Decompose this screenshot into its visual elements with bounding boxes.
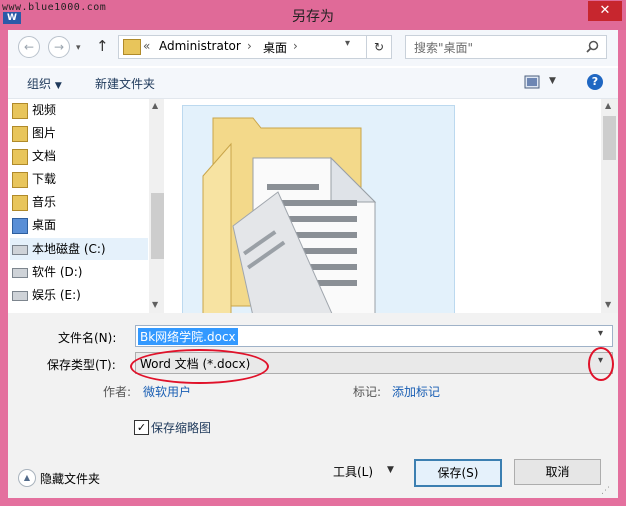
new-folder-button[interactable]: 新建文件夹: [95, 75, 155, 92]
sidebar-item-pictures[interactable]: 图片: [12, 122, 57, 144]
filename-value: Bk网络学院.docx: [138, 328, 238, 345]
refresh-button[interactable]: ↻: [366, 35, 392, 59]
breadcrumb-administrator[interactable]: Administrator: [159, 39, 241, 53]
red-annotation-ellipse: [130, 349, 269, 384]
history-dropdown-icon[interactable]: ▾: [76, 43, 81, 53]
folder-icon: [123, 39, 141, 55]
sidebar-item-videos[interactable]: 视频: [12, 99, 57, 121]
view-options-icon[interactable]: [524, 75, 540, 89]
save-button[interactable]: 保存(S): [414, 459, 502, 487]
breadcrumb-separator-icon: ›: [247, 39, 252, 53]
organize-label: 组织: [27, 77, 52, 91]
red-annotation-ellipse: [588, 347, 614, 381]
drive-icon: [12, 268, 28, 278]
sidebar-item-label: 下载: [32, 172, 57, 186]
tools-button[interactable]: 工具(L): [333, 463, 373, 480]
search-icon[interactable]: [586, 40, 599, 53]
documents-folder-thumbnail: [202, 117, 377, 317]
pictures-folder-icon: [12, 126, 28, 142]
breadcrumb-overflow[interactable]: «: [143, 39, 150, 53]
sidebar-item-drive-d[interactable]: 软件 (D:): [12, 261, 83, 283]
sidebar-item-drive-c[interactable]: 本地磁盘 (C:): [12, 238, 106, 260]
scroll-up-icon[interactable]: ▲: [605, 101, 611, 110]
search-placeholder: 搜索"桌面": [414, 41, 474, 55]
filename-label: 文件名(N):: [58, 331, 117, 345]
sidebar-item-label: 图片: [32, 126, 57, 140]
documents-folder-icon: [12, 149, 28, 165]
author-link[interactable]: 微软用户: [143, 383, 191, 400]
collapse-folders-icon[interactable]: ▲: [18, 469, 36, 487]
tools-dropdown-icon[interactable]: ▼: [387, 465, 394, 475]
filename-dropdown-icon[interactable]: ▾: [598, 328, 603, 339]
sidebar-item-downloads[interactable]: 下载: [12, 168, 57, 190]
cancel-button[interactable]: 取消: [514, 459, 601, 485]
sidebar-item-label: 桌面: [32, 218, 57, 232]
sidebar-item-label: 本地磁盘 (C:): [32, 242, 106, 256]
sidebar-item-drive-e[interactable]: 娱乐 (E:): [12, 284, 81, 306]
window-title: 另存为: [292, 9, 334, 25]
scroll-down-icon[interactable]: ▼: [152, 300, 158, 309]
breadcrumb-separator-icon: ›: [293, 39, 298, 53]
forward-button[interactable]: →: [48, 36, 70, 58]
sidebar-item-label: 文档: [32, 149, 57, 163]
address-dropdown-icon[interactable]: ▾: [345, 38, 350, 49]
address-bar[interactable]: « Administrator › 桌面 › ▾: [118, 35, 392, 59]
sidebar-item-desktop[interactable]: 桌面: [12, 214, 57, 236]
sidebar-item-label: 音乐: [32, 195, 57, 209]
organize-button[interactable]: 组织 ▼: [27, 75, 62, 92]
up-button[interactable]: ↑: [96, 37, 109, 55]
sidebar-item-music[interactable]: 音乐: [12, 191, 57, 213]
hide-folders-button[interactable]: 隐藏文件夹: [40, 470, 100, 487]
resize-grip-icon[interactable]: ⋰: [601, 486, 610, 496]
view-dropdown-icon[interactable]: ▼: [549, 76, 556, 86]
desktop-folder-icon: [12, 218, 28, 234]
preview-pane: [182, 105, 455, 317]
tags-label: 标记:: [353, 385, 382, 399]
sidebar-item-label: 软件 (D:): [32, 265, 83, 279]
scroll-up-icon[interactable]: ▲: [152, 101, 158, 110]
add-tags-link[interactable]: 添加标记: [392, 383, 440, 400]
breadcrumb-desktop[interactable]: 桌面: [263, 39, 287, 56]
thumbnail-checkbox[interactable]: ✓: [134, 420, 149, 435]
help-icon[interactable]: ?: [587, 74, 603, 90]
video-folder-icon: [12, 103, 28, 119]
drive-icon: [12, 245, 28, 255]
thumbnail-checkbox-label[interactable]: 保存缩略图: [151, 419, 211, 436]
filename-field[interactable]: Bk网络学院.docx ▾: [135, 325, 613, 347]
sidebar-item-label: 视频: [32, 103, 57, 117]
drive-icon: [12, 291, 28, 301]
savetype-label: 保存类型(T):: [47, 358, 116, 372]
sidebar-item-label: 娱乐 (E:): [32, 288, 81, 302]
search-input[interactable]: 搜索"桌面": [405, 35, 607, 59]
music-folder-icon: [12, 195, 28, 211]
scroll-down-icon[interactable]: ▼: [605, 300, 611, 309]
downloads-folder-icon: [12, 172, 28, 188]
chevron-down-icon: ▼: [54, 81, 62, 91]
nav-pane-scroll-thumb[interactable]: [151, 193, 164, 259]
content-scroll-thumb[interactable]: [603, 116, 616, 160]
sidebar-item-documents[interactable]: 文档: [12, 145, 57, 167]
close-button[interactable]: ✕: [588, 1, 622, 21]
back-button[interactable]: ←: [18, 36, 40, 58]
author-label: 作者:: [103, 385, 132, 399]
